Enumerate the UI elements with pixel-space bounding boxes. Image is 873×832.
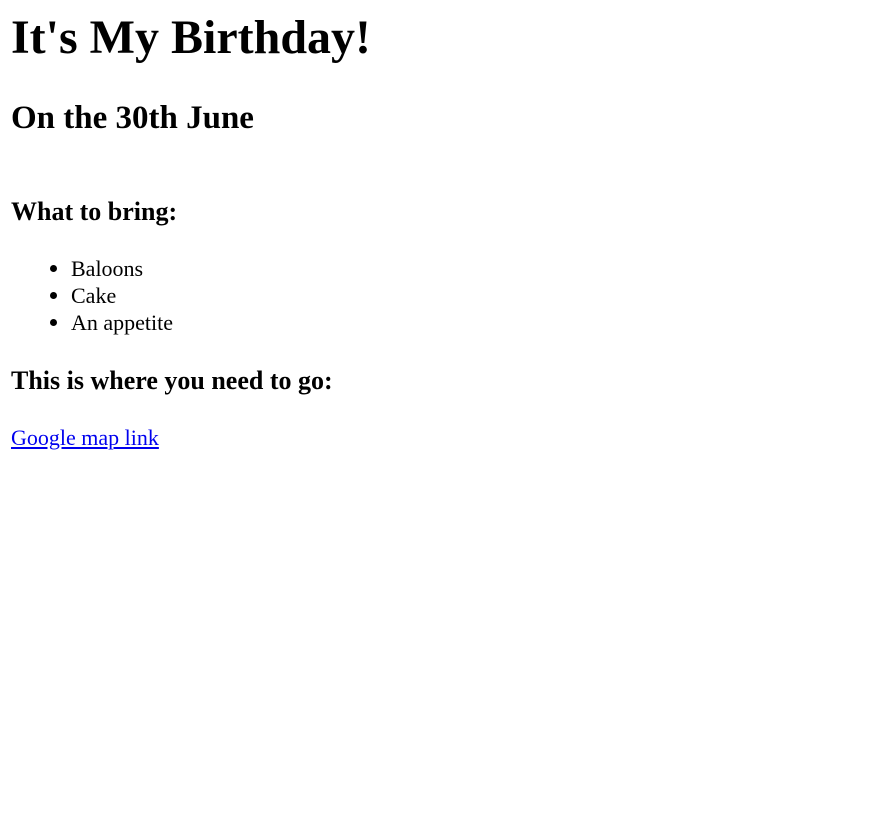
page-title: It's My Birthday! bbox=[11, 11, 371, 64]
list-item-baloons: Baloons bbox=[11, 255, 173, 282]
list-item-appetite: An appetite bbox=[11, 309, 173, 336]
directions-heading: This is where you need to go: bbox=[11, 366, 333, 395]
birthday-date-heading: On the 30th June bbox=[11, 100, 254, 136]
what-to-bring-heading: What to bring: bbox=[11, 197, 178, 226]
google-map-link[interactable]: Google map link bbox=[11, 424, 159, 452]
bring-list: Baloons Cake An appetite bbox=[11, 255, 173, 336]
list-item-cake: Cake bbox=[11, 282, 173, 309]
